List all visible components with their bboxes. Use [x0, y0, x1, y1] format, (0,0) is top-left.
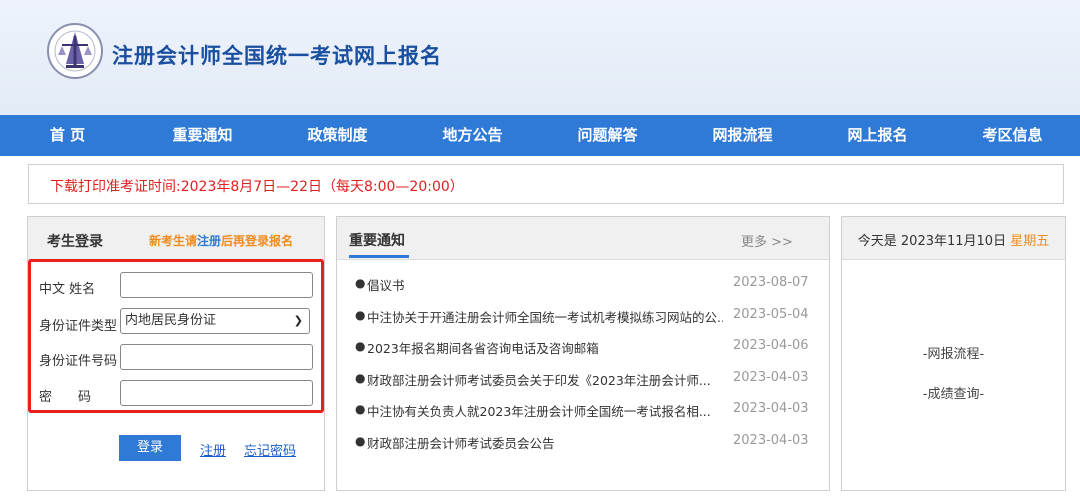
score-query-link[interactable]: -成绩查询-: [842, 383, 1065, 402]
news-item[interactable]: ● 中注协关于开通注册会计师全国统一考试机考模拟练习网站的公... 2023-05-…: [337, 303, 831, 335]
today-date-text: 今天是 2023年11月10日: [857, 234, 1007, 249]
bullet-icon: ●: [355, 276, 366, 290]
nav-faq[interactable]: 问题解答: [540, 115, 675, 156]
news-item-title[interactable]: 倡议书: [367, 275, 723, 294]
login-button[interactable]: 登录: [119, 435, 181, 461]
news-list: ● 倡议书 2023-08-07 ● 中注协关于开通注册会计师全国统一考试机考模拟练习…: [337, 271, 831, 461]
notice-text: 下载打印准考证时间:2023年8月7日—22日（每天8:00—20:00）: [50, 179, 464, 195]
news-item-title[interactable]: 中注协有关负责人就2023年注册会计师全国统一考试报名相...: [367, 401, 723, 420]
nav-exam-area-info[interactable]: 考区信息: [945, 115, 1080, 156]
login-tip: 新考生请注册后再登录报名: [149, 232, 293, 249]
bullet-icon: ●: [355, 370, 366, 385]
id-type-value: 内地居民身份证: [125, 313, 217, 328]
password-label: 密 码: [39, 390, 92, 405]
chevron-down-icon: ❯: [293, 314, 303, 327]
news-item-title[interactable]: 财政部注册会计师考试委员会公告: [367, 433, 723, 452]
news-more-link[interactable]: 更多 >>: [741, 231, 793, 250]
news-title-underline: [349, 255, 409, 258]
bullet-icon: ●: [355, 402, 366, 417]
news-item[interactable]: ● 中注协有关负责人就2023年注册会计师全国统一考试报名相... 2023-04-…: [337, 397, 831, 429]
name-label: 中文 姓名: [39, 282, 96, 297]
nav-important-notices[interactable]: 重要通知: [135, 115, 270, 156]
password-input[interactable]: [120, 380, 313, 406]
news-item-date: 2023-04-03: [733, 369, 809, 385]
news-item-title[interactable]: 2023年报名期间各省咨询电话及咨询邮箱: [367, 338, 723, 357]
news-item[interactable]: ● 倡议书 2023-08-07: [337, 271, 831, 303]
login-panel: 考生登录 新考生请注册后再登录报名 中文 姓名 身份证件类型 内地居民身份证 ❯…: [27, 216, 325, 491]
site-title: 注册会计师全国统一考试网上报名: [112, 44, 442, 68]
today-weekday: 星期五: [1010, 234, 1050, 249]
nav-online-registration[interactable]: 网上报名: [810, 115, 945, 156]
news-title: 重要通知: [349, 233, 405, 249]
news-item-date: 2023-08-07: [733, 275, 809, 290]
news-panel-header: 重要通知 更多 >>: [337, 217, 829, 260]
name-input[interactable]: [120, 272, 313, 298]
site-header: 注册会计师全国统一考试网上报名: [0, 0, 1080, 115]
main-nav: 首 页 重要通知 政策制度 地方公告 问题解答 网报流程 网上报名 考区信息: [0, 115, 1080, 156]
notice-banner: 下载打印准考证时间:2023年8月7日—22日（每天8:00—20:00）: [28, 164, 1064, 204]
nav-policy[interactable]: 政策制度: [270, 115, 405, 156]
news-item-date: 2023-04-03: [733, 401, 809, 417]
registration-process-link[interactable]: -网报流程-: [842, 343, 1065, 362]
news-item[interactable]: ● 财政部注册会计师考试委员会公告 2023-04-03: [337, 429, 831, 461]
news-item[interactable]: ● 2023年报名期间各省咨询电话及咨询邮箱 2023-04-06: [337, 334, 831, 366]
nav-home[interactable]: 首 页: [0, 115, 135, 156]
login-title: 考生登录: [47, 234, 103, 250]
nav-local-announcements[interactable]: 地方公告: [405, 115, 540, 156]
today-date: 今天是 2023年11月10日 星期五: [842, 230, 1065, 249]
login-tip-register-link[interactable]: 注册: [197, 234, 221, 248]
forgot-password-link[interactable]: 忘记密码: [244, 440, 296, 459]
news-item-date: 2023-04-06: [733, 338, 809, 354]
id-type-label: 身份证件类型: [39, 319, 118, 334]
login-form: 中文 姓名 身份证件类型 内地居民身份证 ❯ 身份证件号码 密 码: [28, 259, 324, 413]
news-panel: 重要通知 更多 >> ● 倡议书 2023-08-07 ● 中注协关于开通注册会计师全…: [336, 216, 830, 491]
news-item-title[interactable]: 中注协关于开通注册会计师全国统一考试机考模拟练习网站的公...: [367, 307, 723, 326]
news-item-date: 2023-05-04: [733, 306, 809, 322]
login-tip-suffix: 后再登录报名: [221, 234, 294, 248]
date-panel: 今天是 2023年11月10日 星期五 -网报流程- -成绩查询-: [841, 216, 1066, 491]
id-number-label: 身份证件号码: [39, 354, 118, 369]
id-number-input[interactable]: [120, 344, 313, 370]
news-item[interactable]: ● 财政部注册会计师考试委员会关于印发《2023年注册会计师... 2023-04-…: [337, 366, 831, 398]
news-item-date: 2023-04-03: [733, 432, 809, 448]
nav-registration-process[interactable]: 网报流程: [675, 115, 810, 156]
bullet-icon: ●: [355, 307, 366, 322]
register-link[interactable]: 注册: [200, 440, 226, 459]
login-panel-header: 考生登录 新考生请注册后再登录报名: [28, 217, 324, 260]
news-item-title[interactable]: 财政部注册会计师考试委员会关于印发《2023年注册会计师...: [367, 370, 723, 389]
bullet-icon: ●: [355, 433, 366, 448]
bullet-icon: ●: [355, 339, 366, 354]
login-tip-prefix: 新考生请: [149, 234, 198, 248]
cicpa-logo-icon: [47, 23, 103, 79]
date-panel-header: 今天是 2023年11月10日 星期五: [842, 217, 1065, 260]
id-type-select[interactable]: 内地居民身份证 ❯: [120, 308, 310, 334]
